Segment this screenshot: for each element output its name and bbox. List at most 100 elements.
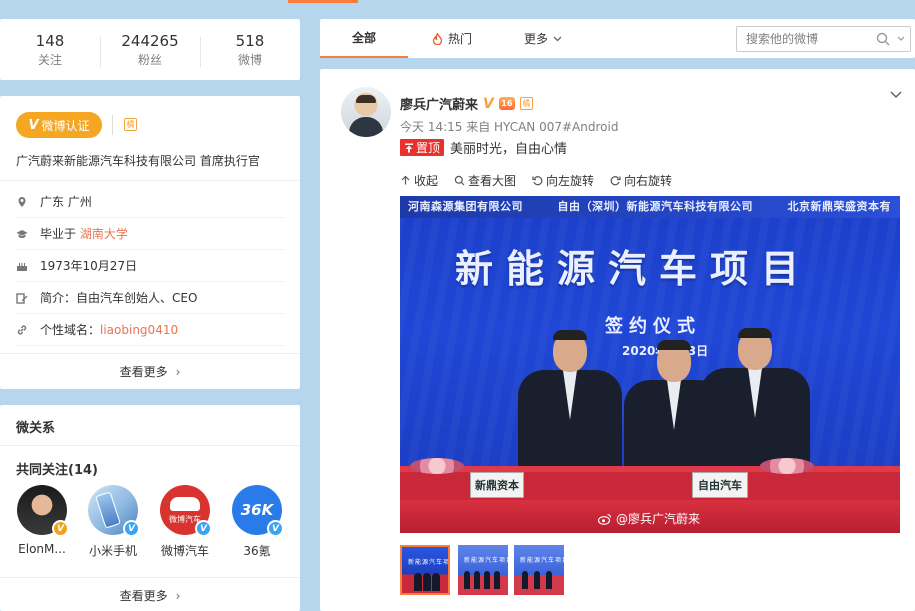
tab-more-dropdown[interactable]: 更多 — [524, 19, 562, 58]
stat-label: 微博 — [237, 52, 262, 67]
avatar[interactable]: 36K V — [232, 485, 284, 537]
graduation-cap-icon — [16, 228, 28, 240]
divider — [112, 115, 113, 135]
tab-hot[interactable]: 热门 — [432, 19, 472, 58]
friend-name[interactable]: 小米手机 — [83, 542, 143, 559]
info-intro: 简介： 自由汽车创始人、CEO — [16, 282, 286, 314]
domain-link[interactable]: liaobing0410 — [100, 323, 178, 337]
weibo-verify-button[interactable]: V 微博认证 — [16, 112, 102, 138]
thumbnail-text: 新能源汽车项目 — [408, 559, 450, 566]
poster-avatar[interactable] — [341, 87, 391, 137]
friend-item[interactable]: V 小米手机 — [83, 485, 143, 559]
avatar[interactable]: V — [17, 485, 69, 537]
relations-title: 微关系 — [16, 421, 56, 436]
chevron-down-icon — [553, 36, 562, 42]
rotate-right-icon — [610, 176, 621, 186]
see-more-label: 查看更多 — [119, 589, 168, 603]
arrow-up-icon — [401, 175, 410, 185]
verify-button-label: 微博认证 — [41, 118, 90, 133]
phone-shape — [95, 491, 121, 529]
photo-thumbnail-1[interactable]: 新能源汽车项目 — [400, 545, 450, 595]
photo-headline: 新能源汽车项目 — [455, 246, 813, 291]
action-label: 向右旋转 — [624, 174, 673, 188]
divider — [0, 180, 300, 181]
stat-label: 粉丝 — [137, 52, 162, 67]
nameplate-center: 自由汽车 — [692, 472, 748, 498]
info-education: 毕业于 湖南大学 — [16, 218, 286, 250]
location-text: 广东 广州 — [40, 195, 92, 209]
intro-value: 自由汽车创始人、CEO — [76, 291, 198, 305]
collapse-button[interactable]: 收起 — [400, 172, 438, 189]
post-meta[interactable]: 今天 14:15 来自 HYCAN 007#Android — [400, 118, 618, 135]
avatar-caption: 36K — [240, 501, 274, 519]
school-link[interactable]: 湖南大学 — [80, 225, 128, 242]
relations-card: 微关系 共同关注(14) V ElonM... V 小米手机 微博汽车 V 微博… — [0, 405, 300, 611]
chevron-right-icon: › — [175, 588, 181, 603]
post-menu-chevron-icon[interactable] — [889, 87, 903, 105]
orange-tag-icon[interactable]: 橘 — [124, 118, 137, 131]
rotate-right-button[interactable]: 向右旋转 — [610, 172, 672, 189]
photo-watermark: @廖兵广汽蔚来 — [598, 510, 700, 527]
avatar[interactable]: V — [88, 485, 140, 537]
poster-name-row: 廖兵广汽蔚来 V 16 橘 — [400, 94, 533, 113]
info-domain: 个性域名： liaobing0410 — [16, 314, 286, 346]
stat-followers[interactable]: 244265 粉丝 — [100, 31, 200, 69]
poster-name[interactable]: 廖兵广汽蔚来 — [400, 94, 478, 113]
stat-value: 518 — [235, 31, 265, 50]
search-box — [736, 26, 911, 52]
location-pin-icon — [16, 196, 28, 208]
stat-following[interactable]: 148 关注 — [0, 31, 100, 69]
link-icon — [16, 324, 28, 336]
view-large-button[interactable]: 查看大图 — [454, 172, 516, 189]
pinned-badge: 置顶 — [400, 139, 445, 156]
birthday-cake-icon — [16, 260, 28, 272]
thumb-figure — [423, 573, 431, 591]
verified-v-icon: V — [28, 117, 39, 133]
friend-name[interactable]: ElonM... — [12, 542, 72, 556]
action-label: 查看大图 — [468, 174, 517, 188]
verification-description: 广汽蔚来新能源汽车科技有限公司 首席执行官 — [16, 154, 260, 168]
photo-thumbnail-2[interactable]: 新能源汽车项目 — [458, 545, 508, 595]
friend-name[interactable]: 微博汽车 — [155, 542, 215, 559]
stat-value: 148 — [35, 31, 65, 50]
relations-see-more-button[interactable]: 查看更多 › — [0, 577, 300, 611]
search-input[interactable] — [746, 32, 876, 46]
thumbnail-text: 新能源汽车项目 — [520, 557, 564, 564]
stats-card: 148 关注 244265 粉丝 518 微博 — [0, 19, 300, 80]
search-icon[interactable] — [876, 31, 890, 50]
orange-tag-icon[interactable]: 橘 — [519, 97, 533, 110]
rotate-left-button[interactable]: 向左旋转 — [532, 172, 594, 189]
common-follow-title[interactable]: 共同关注(14) — [16, 459, 98, 478]
chevron-down-icon[interactable] — [897, 33, 905, 44]
friend-item[interactable]: V ElonM... — [12, 485, 72, 556]
thumb-figure — [546, 571, 552, 589]
avatar[interactable]: 微博汽车 V — [160, 485, 212, 537]
image-actions: 收起 查看大图 向左旋转 向右旋转 — [400, 172, 672, 189]
edit-pencil-icon — [16, 292, 28, 304]
post-photo[interactable]: 河南森源集团有限公司 自由（深圳）新能源汽车科技有限公司 北京新鼎荣盛资本有 新… — [400, 196, 900, 533]
tab-all[interactable]: 全部 — [320, 19, 408, 58]
hair — [657, 340, 691, 350]
avatar-hair — [356, 95, 376, 103]
vip-crown-icon[interactable]: 16 — [498, 97, 515, 110]
thumb-figure — [464, 571, 470, 589]
verified-badge-icon: V — [195, 520, 212, 537]
intro-label: 简介： — [40, 291, 77, 305]
profile-see-more-button[interactable]: 查看更多 › — [0, 353, 300, 389]
weibo-logo-icon — [598, 513, 612, 525]
thumb-figure — [474, 571, 480, 589]
stat-weibo[interactable]: 518 微博 — [200, 31, 300, 69]
hair — [553, 330, 587, 340]
action-label: 向左旋转 — [546, 174, 595, 188]
flower-decoration — [760, 458, 814, 474]
tab-label: 全部 — [351, 31, 376, 45]
info-location: 广东 广州 — [16, 186, 286, 218]
magnifier-icon — [454, 175, 465, 186]
friend-name[interactable]: 36氪 — [227, 542, 287, 559]
thumbnail-text: 新能源汽车项目 — [464, 557, 508, 564]
friend-item[interactable]: 微博汽车 V 微博汽车 — [155, 485, 215, 559]
feed-post: 廖兵广汽蔚来 V 16 橘 今天 14:15 来自 HYCAN 007#Andr… — [320, 69, 915, 611]
photo-thumbnail-3[interactable]: 新能源汽车项目 — [514, 545, 564, 595]
verified-v-icon[interactable]: V — [483, 96, 494, 112]
friend-item[interactable]: 36K V 36氪 — [227, 485, 287, 559]
